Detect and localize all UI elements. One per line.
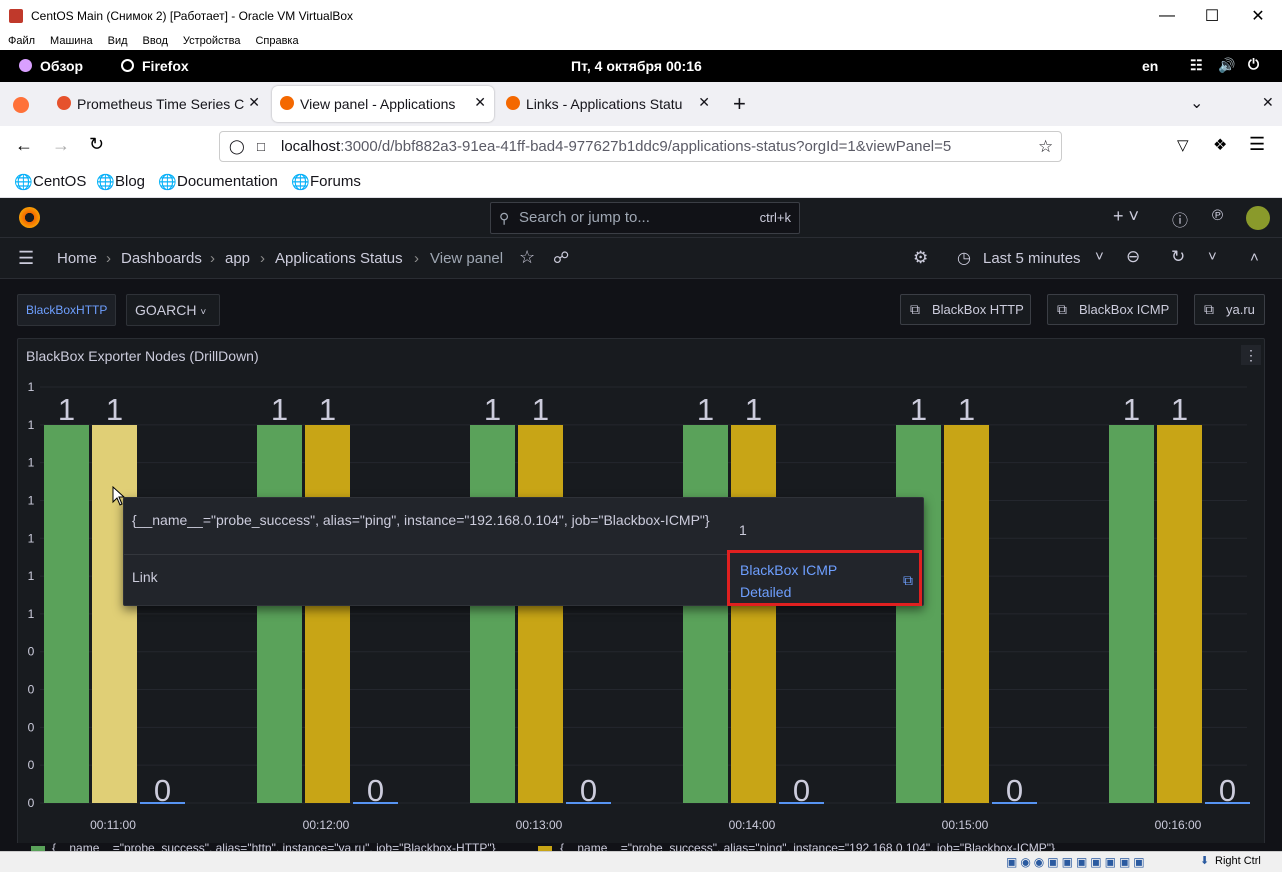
x-tick-label: 00:13:00 xyxy=(516,818,563,832)
vbox-status-bar: ▣◉◉▣▣▣▣▣▣▣ ⬇ Right Ctrl xyxy=(0,851,1282,872)
data-label: 0 xyxy=(1219,773,1236,808)
y-tick-label: 0 xyxy=(28,645,35,659)
vbox-device-icons[interactable]: ▣◉◉▣▣▣▣▣▣▣ xyxy=(1006,855,1148,869)
x-tick-label: 00:16:00 xyxy=(1155,818,1202,832)
bar xyxy=(44,425,89,803)
tooltip-divider xyxy=(124,554,729,555)
data-label: 1 xyxy=(484,392,501,427)
data-label: 1 xyxy=(271,392,288,427)
y-tick-label: 0 xyxy=(28,720,35,734)
tooltip-link-text-line2[interactable]: Detailed xyxy=(740,581,919,603)
bar-chart: 1111111000001 1000:11:001 1000:12:001 1000:… xyxy=(28,380,1250,832)
bar xyxy=(470,425,515,803)
bar xyxy=(683,425,728,803)
x-tick-label: 00:15:00 xyxy=(942,818,989,832)
legend-item-http[interactable]: {__name__="probe_success", alias="http",… xyxy=(52,843,496,851)
external-link-icon[interactable]: ⧉ xyxy=(903,569,913,591)
tooltip-link-text-line1[interactable]: BlackBox ICMP xyxy=(740,559,919,581)
bar xyxy=(92,425,137,803)
legend-item-icmp[interactable]: {__name__="probe_success", alias="ping",… xyxy=(560,843,1055,851)
bar xyxy=(896,425,941,803)
chart-legend: {__name__="probe_success", alias="http",… xyxy=(0,843,1282,851)
data-label: 0 xyxy=(154,773,171,808)
bar xyxy=(1157,425,1202,803)
tooltip-value: 1 xyxy=(739,522,747,538)
data-label: 0 xyxy=(793,773,810,808)
y-tick-label: 0 xyxy=(28,758,35,772)
y-tick-label: 0 xyxy=(28,796,35,810)
y-tick-label: 1 xyxy=(28,380,35,394)
host-key-label: Right Ctrl xyxy=(1215,855,1261,867)
y-tick-label: 1 xyxy=(28,418,35,432)
tooltip-data-link[interactable]: BlackBox ICMP Detailed ⧉ xyxy=(727,550,922,606)
data-label: 1 xyxy=(319,392,336,427)
data-label: 1 xyxy=(745,392,762,427)
data-label: 1 xyxy=(106,392,123,427)
data-label: 1 xyxy=(532,392,549,427)
x-tick-label: 00:12:00 xyxy=(303,818,350,832)
data-label: 1 xyxy=(1171,392,1188,427)
tooltip-series-name: {__name__="probe_success", alias="ping",… xyxy=(132,512,710,528)
data-label: 1 xyxy=(1123,392,1140,427)
data-label: 1 xyxy=(58,392,75,427)
tooltip-link-label: Link xyxy=(132,569,158,585)
x-tick-label: 00:14:00 xyxy=(729,818,776,832)
host-key-arrow-icon: ⬇ xyxy=(1200,855,1210,867)
y-tick-label: 1 xyxy=(28,607,35,621)
y-tick-label: 1 xyxy=(28,569,35,583)
data-label: 1 xyxy=(958,392,975,427)
y-tick-label: 0 xyxy=(28,683,35,697)
data-label: 0 xyxy=(580,773,597,808)
bar xyxy=(731,425,776,803)
bar xyxy=(305,425,350,803)
chart-tooltip: {__name__="probe_success", alias="ping",… xyxy=(123,497,924,606)
bar xyxy=(518,425,563,803)
bar xyxy=(1109,425,1154,803)
bar xyxy=(944,425,989,803)
data-label: 1 xyxy=(910,392,927,427)
y-tick-label: 1 xyxy=(28,493,35,507)
data-label: 0 xyxy=(367,773,384,808)
y-tick-label: 1 xyxy=(28,456,35,470)
x-tick-label: 00:11:00 xyxy=(90,818,136,832)
bar xyxy=(257,425,302,803)
data-label: 1 xyxy=(697,392,714,427)
y-tick-label: 1 xyxy=(28,531,35,545)
data-label: 0 xyxy=(1006,773,1023,808)
